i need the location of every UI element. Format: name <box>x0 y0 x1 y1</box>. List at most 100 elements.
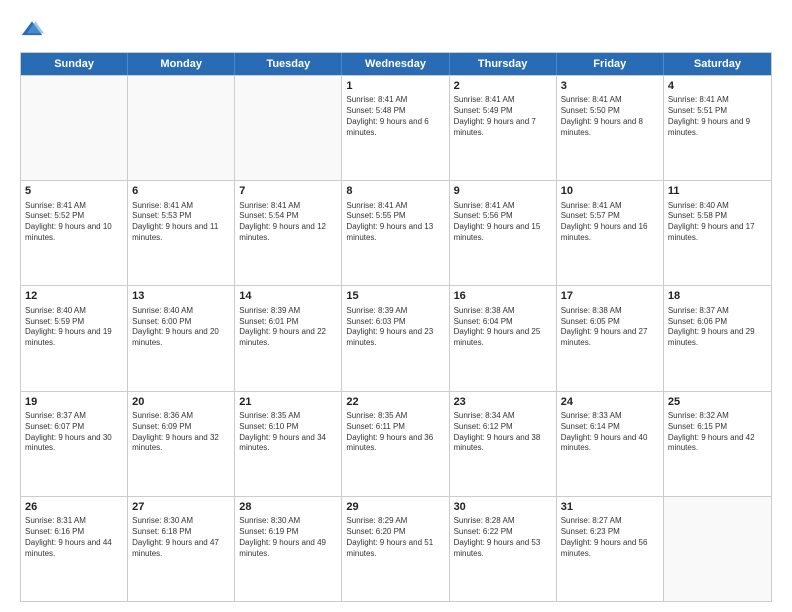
cal-week-1: 1 Sunrise: 8:41 AM Sunset: 5:48 PM Daylig… <box>21 75 771 180</box>
cal-cell <box>235 76 342 180</box>
cal-week-4: 19 Sunrise: 8:37 AM Sunset: 6:07 PM Dayli… <box>21 391 771 496</box>
cal-cell: 25 Sunrise: 8:32 AM Sunset: 6:15 PM Dayli… <box>664 392 771 496</box>
calendar-body: 1 Sunrise: 8:41 AM Sunset: 5:48 PM Daylig… <box>21 75 771 601</box>
cal-cell: 8 Sunrise: 8:41 AM Sunset: 5:55 PM Daylig… <box>342 181 449 285</box>
cell-info: Sunrise: 8:41 AM Sunset: 5:57 PM Dayligh… <box>561 201 659 244</box>
cal-cell <box>128 76 235 180</box>
day-number: 9 <box>454 184 552 198</box>
day-number: 18 <box>668 289 767 303</box>
cell-info: Sunrise: 8:40 AM Sunset: 6:00 PM Dayligh… <box>132 306 230 349</box>
cal-cell: 1 Sunrise: 8:41 AM Sunset: 5:48 PM Daylig… <box>342 76 449 180</box>
cal-cell: 9 Sunrise: 8:41 AM Sunset: 5:56 PM Daylig… <box>450 181 557 285</box>
cell-info: Sunrise: 8:36 AM Sunset: 6:09 PM Dayligh… <box>132 411 230 454</box>
cell-info: Sunrise: 8:41 AM Sunset: 5:56 PM Dayligh… <box>454 201 552 244</box>
cell-info: Sunrise: 8:41 AM Sunset: 5:49 PM Dayligh… <box>454 95 552 138</box>
day-number: 23 <box>454 395 552 409</box>
cell-info: Sunrise: 8:41 AM Sunset: 5:48 PM Dayligh… <box>346 95 444 138</box>
cal-cell: 23 Sunrise: 8:34 AM Sunset: 6:12 PM Dayli… <box>450 392 557 496</box>
cal-cell <box>21 76 128 180</box>
day-number: 4 <box>668 79 767 93</box>
day-number: 26 <box>25 500 123 514</box>
cell-info: Sunrise: 8:41 AM Sunset: 5:54 PM Dayligh… <box>239 201 337 244</box>
cell-info: Sunrise: 8:32 AM Sunset: 6:15 PM Dayligh… <box>668 411 767 454</box>
cal-cell: 29 Sunrise: 8:29 AM Sunset: 6:20 PM Dayli… <box>342 497 449 601</box>
cell-info: Sunrise: 8:38 AM Sunset: 6:04 PM Dayligh… <box>454 306 552 349</box>
cal-cell: 11 Sunrise: 8:40 AM Sunset: 5:58 PM Dayli… <box>664 181 771 285</box>
cal-cell: 24 Sunrise: 8:33 AM Sunset: 6:14 PM Dayli… <box>557 392 664 496</box>
cell-info: Sunrise: 8:31 AM Sunset: 6:16 PM Dayligh… <box>25 516 123 559</box>
page: SundayMondayTuesdayWednesdayThursdayFrid… <box>0 0 792 612</box>
cal-cell: 12 Sunrise: 8:40 AM Sunset: 5:59 PM Dayli… <box>21 286 128 390</box>
cal-cell: 26 Sunrise: 8:31 AM Sunset: 6:16 PM Dayli… <box>21 497 128 601</box>
cell-info: Sunrise: 8:41 AM Sunset: 5:51 PM Dayligh… <box>668 95 767 138</box>
cell-info: Sunrise: 8:30 AM Sunset: 6:19 PM Dayligh… <box>239 516 337 559</box>
cal-cell: 20 Sunrise: 8:36 AM Sunset: 6:09 PM Dayli… <box>128 392 235 496</box>
cal-header-monday: Monday <box>128 53 235 75</box>
day-number: 7 <box>239 184 337 198</box>
cell-info: Sunrise: 8:40 AM Sunset: 5:59 PM Dayligh… <box>25 306 123 349</box>
cell-info: Sunrise: 8:39 AM Sunset: 6:03 PM Dayligh… <box>346 306 444 349</box>
day-number: 21 <box>239 395 337 409</box>
cal-cell <box>664 497 771 601</box>
cell-info: Sunrise: 8:38 AM Sunset: 6:05 PM Dayligh… <box>561 306 659 349</box>
cell-info: Sunrise: 8:37 AM Sunset: 6:07 PM Dayligh… <box>25 411 123 454</box>
cal-cell: 31 Sunrise: 8:27 AM Sunset: 6:23 PM Dayli… <box>557 497 664 601</box>
cal-cell: 17Sunrise: 8:38 AM Sunset: 6:05 PM Dayli… <box>557 286 664 390</box>
cal-header-tuesday: Tuesday <box>235 53 342 75</box>
day-number: 16 <box>454 289 552 303</box>
cal-header-friday: Friday <box>557 53 664 75</box>
cell-info: Sunrise: 8:37 AM Sunset: 6:06 PM Dayligh… <box>668 306 767 349</box>
cal-cell: 4 Sunrise: 8:41 AM Sunset: 5:51 PM Daylig… <box>664 76 771 180</box>
day-number: 24 <box>561 395 659 409</box>
cal-cell: 2Sunrise: 8:41 AM Sunset: 5:49 PM Daylig… <box>450 76 557 180</box>
cell-info: Sunrise: 8:34 AM Sunset: 6:12 PM Dayligh… <box>454 411 552 454</box>
cal-cell: 21Sunrise: 8:35 AM Sunset: 6:10 PM Dayli… <box>235 392 342 496</box>
day-number: 1 <box>346 79 444 93</box>
cal-week-3: 12 Sunrise: 8:40 AM Sunset: 5:59 PM Dayli… <box>21 285 771 390</box>
cal-cell: 7 Sunrise: 8:41 AM Sunset: 5:54 PM Daylig… <box>235 181 342 285</box>
calendar-header: SundayMondayTuesdayWednesdayThursdayFrid… <box>21 53 771 75</box>
cal-header-saturday: Saturday <box>664 53 771 75</box>
cal-header-sunday: Sunday <box>21 53 128 75</box>
day-number: 8 <box>346 184 444 198</box>
cell-info: Sunrise: 8:30 AM Sunset: 6:18 PM Dayligh… <box>132 516 230 559</box>
day-number: 11 <box>668 184 767 198</box>
day-number: 19 <box>25 395 123 409</box>
cal-header-wednesday: Wednesday <box>342 53 449 75</box>
day-number: 12 <box>25 289 123 303</box>
cal-cell: 18 Sunrise: 8:37 AM Sunset: 6:06 PM Dayli… <box>664 286 771 390</box>
day-number: 20 <box>132 395 230 409</box>
day-number: 27 <box>132 500 230 514</box>
cal-week-5: 26 Sunrise: 8:31 AM Sunset: 6:16 PM Dayli… <box>21 496 771 601</box>
day-number: 25 <box>668 395 767 409</box>
cal-cell: 22Sunrise: 8:35 AM Sunset: 6:11 PM Dayli… <box>342 392 449 496</box>
day-number: 14 <box>239 289 337 303</box>
cal-week-2: 5Sunrise: 8:41 AM Sunset: 5:52 PM Daylig… <box>21 180 771 285</box>
cell-info: Sunrise: 8:28 AM Sunset: 6:22 PM Dayligh… <box>454 516 552 559</box>
calendar: SundayMondayTuesdayWednesdayThursdayFrid… <box>20 52 772 602</box>
day-number: 31 <box>561 500 659 514</box>
cell-info: Sunrise: 8:33 AM Sunset: 6:14 PM Dayligh… <box>561 411 659 454</box>
cal-cell: 16 Sunrise: 8:38 AM Sunset: 6:04 PM Dayli… <box>450 286 557 390</box>
day-number: 3 <box>561 79 659 93</box>
day-number: 5 <box>25 184 123 198</box>
cal-cell: 15Sunrise: 8:39 AM Sunset: 6:03 PM Dayli… <box>342 286 449 390</box>
day-number: 30 <box>454 500 552 514</box>
cal-cell: 5Sunrise: 8:41 AM Sunset: 5:52 PM Daylig… <box>21 181 128 285</box>
day-number: 13 <box>132 289 230 303</box>
cal-cell: 19 Sunrise: 8:37 AM Sunset: 6:07 PM Dayli… <box>21 392 128 496</box>
day-number: 6 <box>132 184 230 198</box>
cell-info: Sunrise: 8:41 AM Sunset: 5:50 PM Dayligh… <box>561 95 659 138</box>
cell-info: Sunrise: 8:27 AM Sunset: 6:23 PM Dayligh… <box>561 516 659 559</box>
cell-info: Sunrise: 8:41 AM Sunset: 5:55 PM Dayligh… <box>346 201 444 244</box>
cell-info: Sunrise: 8:41 AM Sunset: 5:53 PM Dayligh… <box>132 201 230 244</box>
cell-info: Sunrise: 8:40 AM Sunset: 5:58 PM Dayligh… <box>668 201 767 244</box>
cell-info: Sunrise: 8:35 AM Sunset: 6:11 PM Dayligh… <box>346 411 444 454</box>
cal-cell: 13 Sunrise: 8:40 AM Sunset: 6:00 PM Dayli… <box>128 286 235 390</box>
header <box>20 18 772 42</box>
day-number: 29 <box>346 500 444 514</box>
cal-cell: 3 Sunrise: 8:41 AM Sunset: 5:50 PM Daylig… <box>557 76 664 180</box>
cell-info: Sunrise: 8:29 AM Sunset: 6:20 PM Dayligh… <box>346 516 444 559</box>
cal-header-thursday: Thursday <box>450 53 557 75</box>
cal-cell: 6 Sunrise: 8:41 AM Sunset: 5:53 PM Daylig… <box>128 181 235 285</box>
